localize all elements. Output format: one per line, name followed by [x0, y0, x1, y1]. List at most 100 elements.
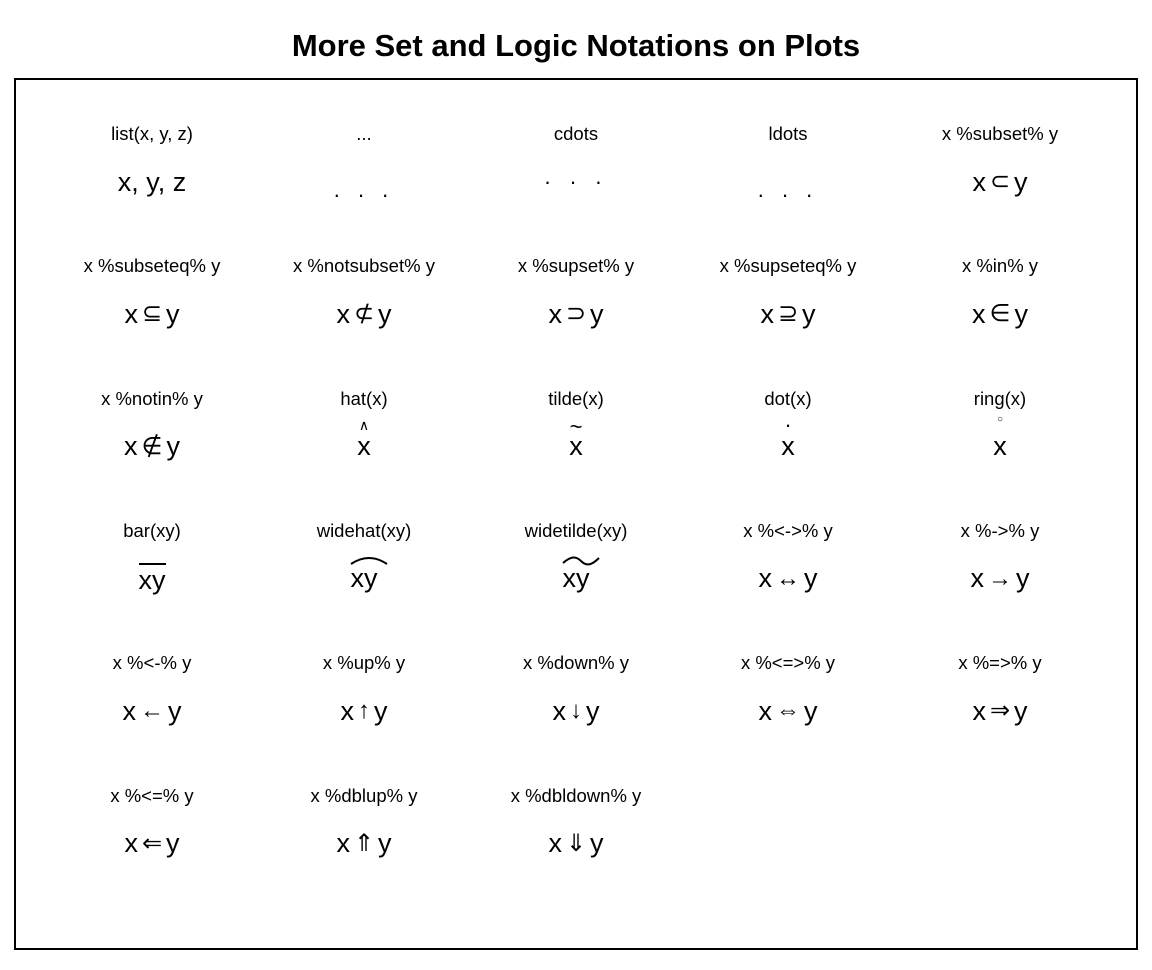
glyph-y: y: [802, 301, 816, 328]
glyph-base: x: [993, 431, 1007, 461]
glyph-y: y: [166, 433, 180, 460]
notation-glyph: xy: [139, 559, 166, 599]
operator-icon: ⇐: [142, 832, 162, 856]
notation-glyph: ○x: [993, 427, 1007, 467]
notation-glyph: x↓y: [553, 691, 600, 731]
accent-glyph: ○x: [993, 433, 1007, 460]
glyph-x: x: [341, 698, 355, 725]
ldots-icon: . . .: [758, 179, 819, 201]
glyph-x: x: [124, 433, 138, 460]
glyph-y: y: [378, 301, 392, 328]
glyph-x: x: [548, 830, 562, 857]
glyph-y: y: [166, 830, 180, 857]
notation-label: ...: [356, 124, 371, 146]
page-title: More Set and Logic Notations on Plots: [14, 28, 1138, 64]
accent-glyph: ~x: [569, 433, 583, 460]
widehat-icon: [349, 554, 389, 566]
notation-label: x %down% y: [523, 653, 629, 675]
notation-label: hat(x): [340, 389, 387, 411]
glyph-base: x: [357, 431, 371, 461]
notation-label: x %<=% y: [110, 786, 193, 808]
notation-cell: x %<=>% y x⇔y: [682, 653, 894, 785]
notation-cell: x %subset% yx⊂y: [894, 124, 1106, 256]
widehat-glyph: xy: [351, 565, 378, 592]
notation-glyph: x, y, z: [118, 162, 187, 202]
operator-icon: ∉: [142, 435, 163, 459]
widetilde-icon: [561, 554, 601, 566]
notation-glyph: x⊇y: [760, 294, 815, 334]
operator-icon: ∈: [990, 302, 1011, 326]
notation-cell: x %notsubset% y x⊄y: [258, 256, 470, 388]
notation-panel: list(x, y, z)x, y, z.... . .cdots· · ·ld…: [14, 78, 1138, 950]
notation-glyph: x⇐y: [124, 824, 179, 864]
accent-glyph: ·x: [781, 433, 795, 460]
glyph-y: y: [168, 698, 182, 725]
operator-icon: ⊇: [778, 302, 798, 326]
notation-label: ring(x): [974, 389, 1026, 411]
notation-label: x %up% y: [323, 653, 405, 675]
cdots-icon: · · ·: [544, 171, 608, 193]
notation-label: x %supseteq% y: [720, 256, 857, 278]
notation-glyph: x∉y: [124, 427, 180, 467]
operator-icon: ↔: [776, 567, 800, 591]
notation-cell: x %in% yx∈y: [894, 256, 1106, 388]
notation-cell: x %dblup% yx⇑y: [258, 786, 470, 918]
notation-label: x %->% y: [961, 521, 1040, 543]
glyph-y: y: [374, 698, 388, 725]
glyph-y: y: [804, 698, 818, 725]
operator-icon: ⊄: [354, 302, 374, 326]
notation-cell: x %up% y x↑y: [258, 653, 470, 785]
notation-label: x %<->% y: [743, 521, 832, 543]
notation-label: widetilde(xy): [525, 521, 628, 543]
operator-icon: ⇑: [354, 832, 374, 856]
notation-cell: widetilde(xy) xy: [470, 521, 682, 653]
glyph-x: x: [336, 830, 350, 857]
glyph-x: x: [124, 830, 138, 857]
notation-glyph: x∈y: [972, 294, 1028, 334]
glyph-x: x: [760, 301, 774, 328]
notation-label: x %<=>% y: [741, 653, 835, 675]
notation-cell: .... . .: [258, 124, 470, 256]
notation-cell: [682, 786, 894, 918]
operator-icon: ⊂: [990, 170, 1010, 194]
operator-icon: →: [988, 567, 1012, 591]
glyph-y: y: [586, 698, 600, 725]
notation-glyph: x⇑y: [336, 824, 391, 864]
notation-cell: cdots · · ·: [470, 124, 682, 256]
notation-glyph: . . .: [758, 162, 819, 202]
notation-label: x %subset% y: [942, 124, 1058, 146]
glyph-x: x: [336, 301, 350, 328]
notation-label: bar(xy): [123, 521, 181, 543]
notation-glyph: x⊄y: [336, 294, 391, 334]
notation-cell: list(x, y, z)x, y, z: [46, 124, 258, 256]
notation-label: x %<-% y: [113, 653, 192, 675]
glyph-y: y: [590, 301, 604, 328]
operator-icon: ⇒: [990, 699, 1010, 723]
operator-icon: ↓: [570, 699, 582, 723]
notation-label: x %notsubset% y: [293, 256, 435, 278]
operator-icon: ⇔: [776, 699, 800, 723]
notation-label: cdots: [554, 124, 598, 146]
accent-glyph: ∧x: [357, 433, 371, 460]
notation-glyph: x→y: [971, 559, 1030, 599]
notation-label: ldots: [768, 124, 807, 146]
glyph-x: x: [972, 169, 986, 196]
notation-glyph: x↔y: [759, 559, 818, 599]
glyph-x: x: [548, 301, 562, 328]
glyph-x: x: [759, 698, 773, 725]
notation-glyph: ∧x: [357, 427, 371, 467]
glyph-x: x: [759, 565, 773, 592]
glyph-y: y: [590, 830, 604, 857]
notation-cell: [894, 786, 1106, 918]
notation-glyph: xy: [563, 559, 590, 599]
glyph-x: x: [553, 698, 567, 725]
notation-cell: x %supset% yx⊃y: [470, 256, 682, 388]
glyph-y: y: [166, 301, 180, 328]
glyph-text: x, y, z: [118, 169, 187, 196]
notation-cell: x %=>% yx⇒y: [894, 653, 1106, 785]
notation-glyph: x↑y: [341, 691, 388, 731]
notation-cell: widehat(xy)xy: [258, 521, 470, 653]
notation-grid: list(x, y, z)x, y, z.... . .cdots· · ·ld…: [46, 124, 1106, 918]
glyph-x: x: [124, 301, 138, 328]
notation-glyph: x⊃y: [548, 294, 603, 334]
